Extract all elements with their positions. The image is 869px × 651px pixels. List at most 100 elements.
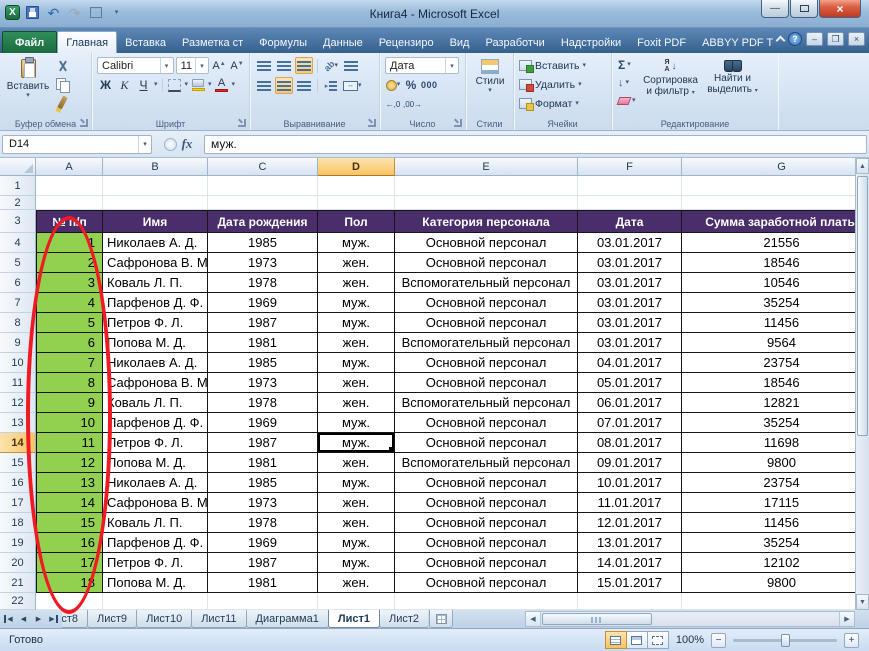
column-header-D[interactable]: D [318, 158, 395, 176]
cell-F22[interactable] [578, 593, 682, 610]
cell-C3[interactable]: Дата рождения [208, 210, 318, 233]
cell-E13[interactable]: Основной персонал [395, 413, 578, 433]
cell-E21[interactable]: Основной персонал [395, 573, 578, 593]
clipboard-dialog-launcher[interactable] [80, 119, 88, 127]
cell-C13[interactable]: 1969 [208, 413, 318, 433]
cell-E18[interactable]: Основной персонал [395, 513, 578, 533]
cell-C21[interactable]: 1981 [208, 573, 318, 593]
align-middle-button[interactable] [275, 57, 293, 74]
cell-A1[interactable] [36, 176, 103, 196]
cell-F10[interactable]: 04.01.2017 [578, 353, 682, 373]
cell-D1[interactable] [318, 176, 395, 196]
formula-input[interactable]: муж. [204, 134, 867, 154]
ribbon-tab-Разметка ст[interactable]: Разметка ст [174, 32, 251, 53]
previous-sheet-button[interactable]: ◀ [17, 612, 30, 626]
cell-B22[interactable] [103, 593, 208, 610]
cell-F3[interactable]: Дата [578, 210, 682, 233]
cell-G21[interactable]: 9800 [682, 573, 855, 593]
ribbon-tab-Главная[interactable]: Главная [57, 31, 118, 53]
cell-A11[interactable]: 8 [36, 373, 103, 393]
cell-B2[interactable] [103, 196, 208, 210]
horizontal-scrollbar[interactable]: ◀ ▶ [525, 611, 855, 627]
cell-D18[interactable]: жен. [318, 513, 395, 533]
cell-D4[interactable]: муж. [318, 233, 395, 253]
insert-sheet-button[interactable] [429, 610, 453, 628]
cell-F21[interactable]: 15.01.2017 [578, 573, 682, 593]
cell-C19[interactable]: 1969 [208, 533, 318, 553]
cell-B20[interactable]: Петров Ф. Л. [103, 553, 208, 573]
cell-C4[interactable]: 1985 [208, 233, 318, 253]
row-header-11[interactable]: 11 [0, 373, 36, 393]
page-layout-view-button[interactable] [625, 631, 648, 649]
align-center-button[interactable] [275, 77, 293, 94]
vertical-scroll-thumb[interactable] [857, 176, 868, 436]
cell-G16[interactable]: 23754 [682, 473, 855, 493]
percent-style-button[interactable]: % [403, 77, 419, 93]
workbook-restore-button[interactable]: ❐ [827, 32, 844, 46]
cell-E12[interactable]: Вспомогательный персонал [395, 393, 578, 413]
workbook-minimize-button[interactable]: – [806, 32, 823, 46]
row-header-13[interactable]: 13 [0, 413, 36, 433]
cell-F6[interactable]: 03.01.2017 [578, 273, 682, 293]
select-all-button[interactable] [0, 158, 36, 176]
cell-E19[interactable]: Основной персонал [395, 533, 578, 553]
row-header-10[interactable]: 10 [0, 353, 36, 373]
cell-D11[interactable]: жен. [318, 373, 395, 393]
row-header-2[interactable]: 2 [0, 196, 36, 210]
cell-F7[interactable]: 03.01.2017 [578, 293, 682, 313]
cell-A9[interactable]: 6 [36, 333, 103, 353]
maximize-button[interactable] [790, 0, 818, 18]
align-right-button[interactable] [295, 77, 313, 94]
cell-F13[interactable]: 07.01.2017 [578, 413, 682, 433]
cell-G10[interactable]: 23754 [682, 353, 855, 373]
minimize-button[interactable]: — [761, 0, 789, 18]
column-header-B[interactable]: B [103, 158, 208, 176]
row-header-22[interactable]: 22 [0, 593, 36, 610]
cell-G13[interactable]: 35254 [682, 413, 855, 433]
cell-E20[interactable]: Основной персонал [395, 553, 578, 573]
alignment-dialog-launcher[interactable] [368, 119, 376, 127]
cell-D21[interactable]: жен. [318, 573, 395, 593]
cell-F20[interactable]: 14.01.2017 [578, 553, 682, 573]
cell-B7[interactable]: Парфенов Д. Ф. [103, 293, 208, 313]
cell-D13[interactable]: муж. [318, 413, 395, 433]
row-header-8[interactable]: 8 [0, 313, 36, 333]
cell-D5[interactable]: жен. [318, 253, 395, 273]
column-header-E[interactable]: E [395, 158, 578, 176]
name-box[interactable]: D14 ▾ [2, 134, 152, 154]
cell-E2[interactable] [395, 196, 578, 210]
borders-button[interactable] [167, 77, 183, 93]
cell-E11[interactable]: Основной персонал [395, 373, 578, 393]
comma-style-button[interactable]: 000 [421, 77, 438, 93]
row-header-9[interactable]: 9 [0, 333, 36, 353]
italic-button[interactable]: К [116, 77, 133, 93]
page-break-view-button[interactable] [646, 631, 669, 649]
delete-cells-button[interactable]: Удалить ▾ [519, 76, 607, 93]
cell-D6[interactable]: жен. [318, 273, 395, 293]
ribbon-tab-ABBYY PDF T[interactable]: ABBYY PDF T [694, 32, 781, 53]
cell-C22[interactable] [208, 593, 318, 610]
row-header-3[interactable]: 3 [0, 210, 36, 233]
cell-A22[interactable] [36, 593, 103, 610]
wrap-text-button[interactable] [342, 57, 360, 74]
row-header-5[interactable]: 5 [0, 253, 36, 273]
cell-B14[interactable]: Петров Ф. Л. [103, 433, 208, 453]
sheet-tab-Лист9[interactable]: Лист9 [87, 610, 138, 628]
last-sheet-button[interactable]: ▶ [47, 612, 60, 626]
cell-G5[interactable]: 18546 [682, 253, 855, 273]
ribbon-tab-Вид[interactable]: Вид [442, 32, 478, 53]
cell-B13[interactable]: Парфенов Д. Ф. [103, 413, 208, 433]
shrink-font-button[interactable]: А ▼ [229, 58, 245, 74]
cell-D17[interactable]: жен. [318, 493, 395, 513]
cell-C15[interactable]: 1981 [208, 453, 318, 473]
zoom-slider[interactable] [733, 633, 837, 647]
cell-G4[interactable]: 21556 [682, 233, 855, 253]
ribbon-tab-Надстройки[interactable]: Надстройки [553, 32, 629, 53]
column-header-G[interactable]: G [682, 158, 855, 176]
scroll-up-button[interactable]: ▲ [856, 158, 869, 174]
cell-B12[interactable]: Коваль Л. П. [103, 393, 208, 413]
cell-G11[interactable]: 18546 [682, 373, 855, 393]
cell-C20[interactable]: 1987 [208, 553, 318, 573]
format-cells-button[interactable]: Формат ▾ [519, 95, 607, 112]
orientation-button[interactable]: ab ▾ [322, 57, 340, 74]
